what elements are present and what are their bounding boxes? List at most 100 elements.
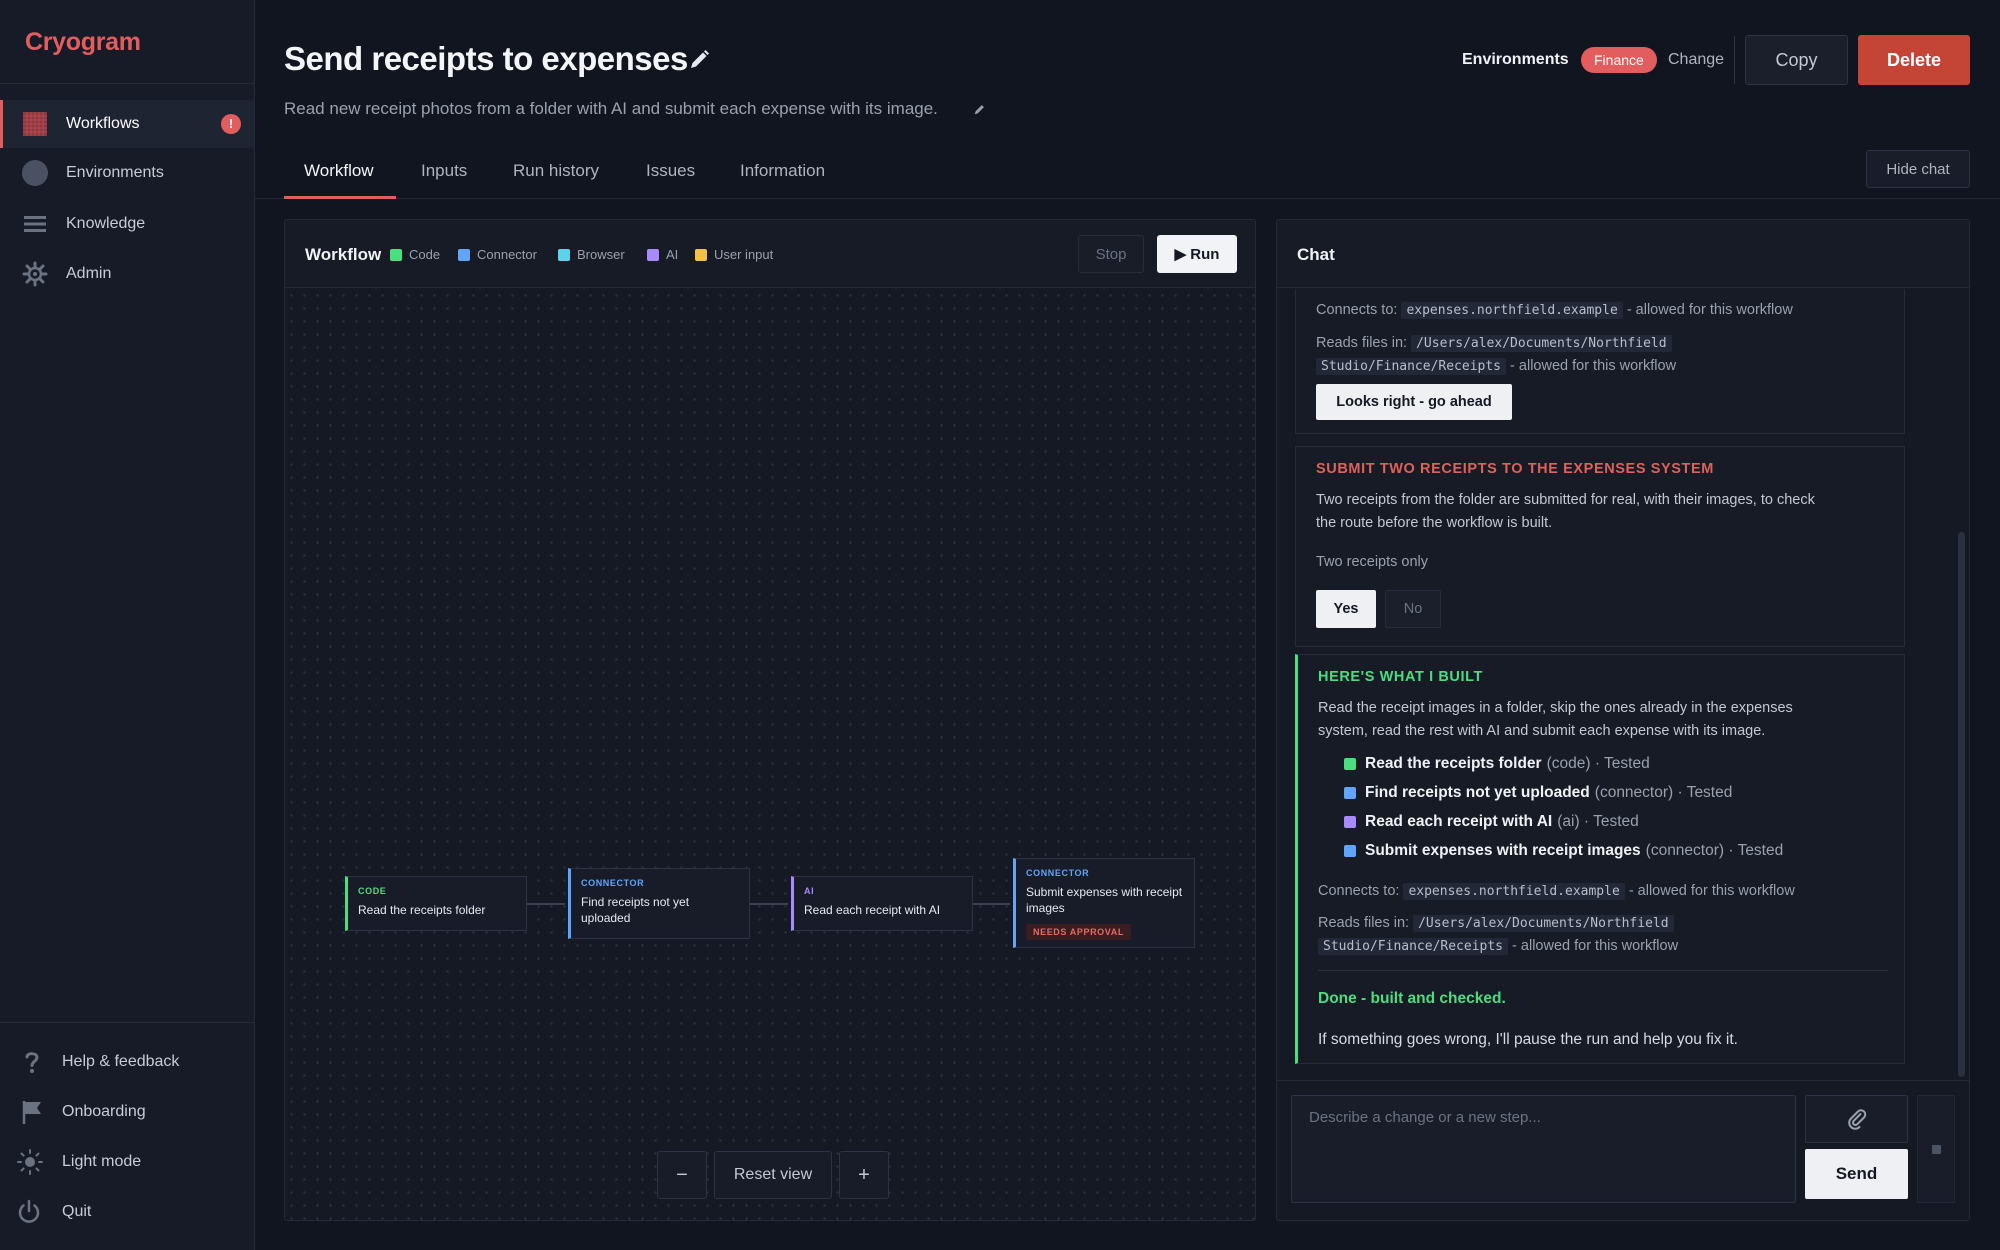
legend-label: User input: [714, 247, 774, 262]
legend-label: Browser: [577, 247, 625, 262]
reads-files-label: Reads files in:: [1316, 335, 1408, 351]
divider: [1318, 970, 1888, 971]
flag-icon: [22, 1101, 41, 1124]
node-type-label: CONNECTOR: [581, 878, 645, 888]
no-button[interactable]: No: [1385, 590, 1441, 628]
sidebar-item-label: Admin: [66, 265, 112, 282]
tab-run-history[interactable]: Run history: [513, 161, 599, 181]
chat-message-card: HERE'S WHAT I BUILT Read the receipt ima…: [1295, 654, 1905, 1064]
tab-workflow[interactable]: Workflow: [304, 161, 374, 181]
allowed-note: - allowed for this workflow: [1510, 358, 1677, 374]
tab-information[interactable]: Information: [740, 161, 825, 181]
card-heading: HERE'S WHAT I BUILT: [1318, 669, 1483, 685]
delete-button[interactable]: Delete: [1858, 35, 1970, 85]
tab-issues[interactable]: Issues: [646, 161, 695, 181]
card-note: Two receipts only: [1316, 554, 1429, 570]
sidebar-item-onboarding[interactable]: Onboarding: [0, 1088, 254, 1136]
divider: [0, 1022, 255, 1023]
question-icon: [25, 1052, 39, 1073]
reads-files-path: /Users/alex/Documents/Northfield: [1413, 915, 1674, 932]
stop-button[interactable]: Stop: [1078, 235, 1144, 273]
reads-files-line: Reads files in: /Users/alex/Documents/No…: [1316, 332, 1676, 378]
grid-icon: [23, 112, 47, 136]
chat-panel-header: Chat: [1277, 220, 1969, 288]
change-environment-link[interactable]: Change: [1668, 51, 1724, 69]
step-name: Find receipts not yet uploaded: [1365, 784, 1590, 801]
environments-label: Environments: [1462, 51, 1569, 68]
workflow-node-read-receipt-ai[interactable]: AI Read each receipt with AI: [791, 876, 973, 931]
node-label: Read each receipt with AI: [804, 903, 941, 917]
node-label: Find receipts not yet uploaded: [581, 895, 690, 925]
workflow-node-submit-expenses[interactable]: CONNECTOR Submit expenses with receipt i…: [1013, 858, 1195, 948]
attach-button[interactable]: [1805, 1095, 1908, 1143]
chat-message-input[interactable]: [1291, 1095, 1796, 1203]
hide-chat-button[interactable]: Hide chat: [1866, 150, 1970, 188]
sidebar-item-light-mode[interactable]: Light mode: [0, 1138, 254, 1186]
sidebar-item-label: Help & feedback: [62, 1053, 180, 1070]
workflow-panel: Workflow Code Connector Browser AI User …: [284, 219, 1256, 1221]
step-kind: (ai): [1557, 813, 1580, 830]
step-color-swatch: [1344, 816, 1356, 828]
workflow-node-read-receipts-folder[interactable]: CODE Read the receipts folder: [345, 876, 527, 931]
page-subtitle: Read new receipt photos from a folder wi…: [284, 99, 938, 118]
legend-label: Connector: [477, 247, 537, 262]
workflow-node-find-receipts[interactable]: CONNECTOR Find receipts not yet uploaded: [568, 868, 750, 939]
card-body: Two receipts from the folder are submitt…: [1316, 492, 1815, 508]
brand-logo[interactable]: Cryogram: [25, 28, 141, 57]
stop-generation-button[interactable]: [1917, 1095, 1955, 1203]
legend-item-ai: AI: [647, 247, 678, 262]
sidebar-item-label: Light mode: [62, 1153, 142, 1170]
step-kind: (code): [1546, 755, 1591, 772]
legend-item-code: Code: [390, 247, 440, 262]
connects-to-label: Connects to:: [1318, 883, 1400, 899]
node-connector-line: [972, 903, 1010, 905]
step-status: · Tested: [1583, 813, 1639, 830]
step-status: · Tested: [1677, 784, 1733, 801]
chat-title: Chat: [1297, 245, 1335, 264]
connects-to-host: expenses.northfield.example: [1403, 883, 1625, 900]
legend-swatch: [647, 248, 659, 261]
workflow-canvas[interactable]: CODE Read the receipts folder CONNECTOR …: [285, 289, 1255, 1220]
step-color-swatch: [1344, 787, 1356, 799]
sidebar-item-help[interactable]: Help & feedback: [0, 1038, 254, 1086]
node-label: Read the receipts folder: [358, 903, 486, 917]
sidebar-item-environments[interactable]: Environments: [0, 149, 254, 197]
sidebar: Cryogram Workflows ! Environments Knowle…: [0, 0, 255, 1250]
legend-swatch: [695, 248, 707, 261]
divider: [1734, 36, 1735, 84]
list-icon: [24, 216, 46, 232]
node-label: Submit expenses with receipt images: [1026, 885, 1183, 915]
run-button[interactable]: ▶ Run: [1157, 235, 1237, 273]
connects-to-label: Connects to:: [1316, 302, 1398, 318]
chat-scrollbar-thumb[interactable]: [1958, 532, 1965, 1077]
tabs-divider: [255, 198, 2000, 199]
zoom-out-button[interactable]: −: [657, 1151, 707, 1199]
card-body: the route before the workflow is built.: [1316, 515, 1553, 531]
sidebar-item-label: Knowledge: [66, 215, 146, 232]
built-step-item: Read the receipts folder (code) · Tested: [1344, 755, 1650, 773]
sidebar-item-label: Environments: [66, 164, 164, 181]
sidebar-item-workflows[interactable]: Workflows !: [0, 100, 254, 148]
needs-approval-badge: NEEDS APPROVAL: [1026, 924, 1131, 940]
pencil-icon[interactable]: [973, 103, 986, 116]
zoom-in-button[interactable]: +: [839, 1151, 889, 1199]
allowed-note: - allowed for this workflow: [1512, 938, 1679, 954]
reset-view-button[interactable]: Reset view: [714, 1151, 832, 1199]
sidebar-item-quit[interactable]: Quit: [0, 1188, 254, 1236]
connects-to-host: expenses.northfield.example: [1401, 302, 1623, 319]
looks-right-go-ahead-button[interactable]: Looks right - go ahead: [1316, 384, 1512, 420]
connects-to-line: Connects to: expenses.northfield.example…: [1318, 880, 1795, 903]
step-kind: (connector): [1645, 842, 1725, 859]
copy-button[interactable]: Copy: [1745, 35, 1848, 85]
pencil-icon[interactable]: [688, 49, 710, 71]
yes-button[interactable]: Yes: [1316, 590, 1376, 628]
sidebar-item-knowledge[interactable]: Knowledge: [0, 200, 254, 248]
legend-swatch: [390, 248, 402, 261]
sidebar-item-admin[interactable]: Admin: [0, 250, 254, 298]
node-type-label: CODE: [358, 886, 387, 896]
chat-messages[interactable]: Connects to: expenses.northfield.example…: [1277, 289, 1969, 1080]
tab-inputs[interactable]: Inputs: [421, 161, 467, 181]
page-title: Send receipts to expenses: [284, 40, 688, 77]
workflow-panel-title: Workflow: [305, 245, 382, 264]
send-button[interactable]: Send: [1805, 1149, 1908, 1199]
